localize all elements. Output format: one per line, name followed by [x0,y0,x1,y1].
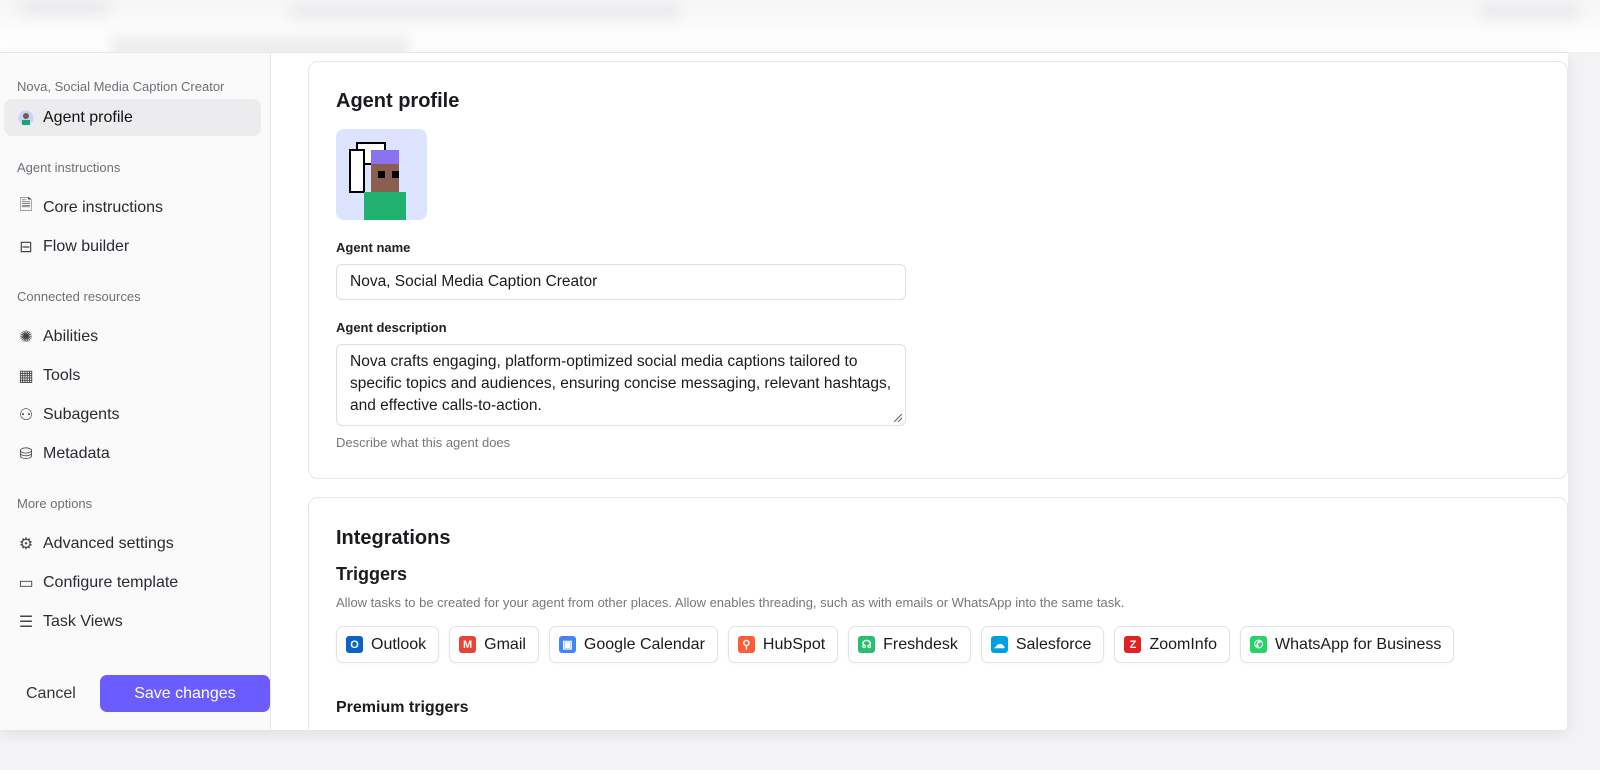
trigger-outlook[interactable]: O Outlook [336,626,440,663]
salesforce-logo-icon: ☁ [990,636,1008,653]
agent-title: Nova, Social Media Caption Creator [17,79,225,94]
template-icon: ▭ [18,574,34,592]
zoominfo-logo-icon: Z [1124,636,1142,653]
agent-name-label: Agent name [336,240,411,255]
sidebar-item-advanced-settings[interactable]: ⚙ Advanced settings [4,525,261,562]
trigger-label: Salesforce [1015,635,1092,653]
sidebar-item-tools[interactable]: ▦ Tools [4,357,261,394]
background-header [0,0,1600,52]
blurred-element [1480,4,1580,18]
google-calendar-logo-icon: ▣ [558,636,576,653]
sidebar-item-label: Tools [43,366,81,384]
tools-icon: ▦ [18,367,34,385]
sidebar-section-label: Connected resources [17,289,141,304]
trigger-label: HubSpot [762,635,826,653]
section-title: Integrations [336,527,451,549]
sidebar-item-label: Task Views [43,612,123,630]
trigger-label: ZoomInfo [1149,635,1218,653]
sidebar-item-flow-builder[interactable]: ⊟ Flow builder [4,228,261,265]
trigger-label: WhatsApp for Business [1275,635,1442,653]
agent-avatar-icon [17,109,35,127]
trigger-freshdesk[interactable]: ☊ Freshdesk [848,626,971,663]
sidebar-item-agent-profile[interactable]: Agent profile [4,99,261,136]
agent-description-label: Agent description [336,320,447,335]
description-help-text: Describe what this agent does [336,435,511,450]
hierarchy-icon: ⚇ [18,406,34,424]
agent-description-textarea[interactable]: Nova crafts engaging, platform-optimized… [336,344,906,426]
whatsapp-for-business-logo-icon: ✆ [1250,636,1268,653]
gear-icon: ⚙ [18,535,34,553]
sidebar-item-label: Core instructions [43,198,164,216]
sidebar-item-abilities[interactable]: ✺ Abilities [4,318,261,355]
flow-icon: ⊟ [19,238,33,256]
triggers-title: Triggers [336,564,408,584]
sidebar-item-task-views[interactable]: ☰ Task Views [4,603,261,640]
cancel-button[interactable]: Cancel [26,685,76,703]
sidebar-item-label: Abilities [43,327,99,345]
outlook-logo-icon: O [346,636,363,653]
trigger-salesforce[interactable]: ☁ Salesforce [980,626,1105,663]
trigger-hubspot[interactable]: ⚲ HubSpot [727,626,839,663]
agent-name-input[interactable]: Nova, Social Media Caption Creator [336,264,906,300]
sidebar-item-label: Agent profile [43,108,133,126]
trigger-list: O Outlook M Gmail ▣ Google Calendar ⚲ HubSpot ☊ F… [336,626,1540,663]
sidebar-item-label: Subagents [43,405,120,423]
sidebar-section-label: Agent instructions [17,160,121,175]
triggers-description: Allow tasks to be created for your agent… [336,595,1125,610]
database-icon: ⛁ [19,445,33,463]
freshdesk-logo-icon: ☊ [858,636,876,653]
agent-avatar[interactable] [336,129,427,220]
blurred-element [110,38,410,52]
document-icon: 🗎 [19,197,33,214]
save-changes-button[interactable]: Save changes [99,675,270,712]
sidebar-section-label: More options [17,496,93,511]
blurred-element [290,4,680,18]
list-icon: ☰ [18,613,34,631]
sparkle-icon: ✺ [19,328,33,346]
trigger-label: Outlook [371,635,427,653]
trigger-gmail[interactable]: M Gmail [449,626,539,663]
agent-settings-modal: Nova, Social Media Caption Creator Agent… [0,52,1568,730]
trigger-google-calendar[interactable]: ▣ Google Calendar [548,626,718,663]
sidebar-item-subagents[interactable]: ⚇ Subagents [4,396,261,433]
trigger-zoominfo[interactable]: Z ZoomInfo [1114,626,1231,663]
section-title: Agent profile [336,90,460,112]
sidebar: Nova, Social Media Caption Creator Agent… [0,53,271,730]
sidebar-item-label: Metadata [43,444,110,462]
sidebar-item-label: Flow builder [43,237,130,255]
trigger-label: Gmail [484,635,526,653]
trigger-whatsapp-for-business[interactable]: ✆ WhatsApp for Business [1240,626,1455,663]
sidebar-item-configure-template[interactable]: ▭ Configure template [4,564,261,601]
main-content: Agent profile Agent name Nova, Social Me… [271,53,1568,730]
sidebar-item-core-instructions[interactable]: 🗎 Core instructions [4,189,261,226]
integrations-card: Integrations Triggers Allow tasks to be … [308,497,1568,730]
premium-triggers-title: Premium triggers [336,699,469,716]
gmail-logo-icon: M [459,636,477,653]
trigger-label: Google Calendar [583,635,705,653]
hubspot-logo-icon: ⚲ [737,636,755,653]
sidebar-item-label: Configure template [43,573,179,591]
blurred-element [20,0,110,14]
sidebar-footer: Cancel Save changes [0,675,270,712]
sidebar-item-metadata[interactable]: ⛁ Metadata [4,435,261,472]
agent-profile-card: Agent profile Agent name Nova, Social Me… [308,61,1568,479]
sidebar-item-label: Advanced settings [43,534,174,552]
trigger-label: Freshdesk [883,635,958,653]
